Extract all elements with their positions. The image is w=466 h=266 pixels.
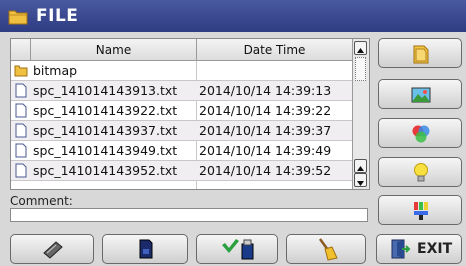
- list-item[interactable]: spc_141014143949.txt 2014/10/14 14:39:49: [11, 141, 353, 161]
- exit-label: EXIT: [417, 241, 453, 257]
- file-date: 2014/10/14 14:39:13: [199, 83, 332, 98]
- memory-chip-icon: [43, 241, 63, 259]
- exit-button[interactable]: EXIT: [376, 234, 462, 264]
- vertical-scrollbar[interactable]: [352, 39, 369, 189]
- file-name: spc_141014143922.txt: [33, 103, 178, 118]
- color-bars-button[interactable]: [378, 195, 462, 225]
- file-date: 2014/10/14 14:39:22: [199, 103, 332, 118]
- column-header-icon: [11, 39, 31, 61]
- file-date: 2014/10/14 14:39:49: [199, 143, 332, 158]
- column-header-date[interactable]: Date Time: [197, 39, 353, 61]
- file-name: spc_141014143913.txt: [33, 83, 178, 98]
- file-name: spc_141014143952.txt: [33, 163, 178, 178]
- file-name: spc_141014143937.txt: [33, 123, 178, 138]
- light-button[interactable]: [378, 157, 462, 187]
- document-icon: [15, 83, 27, 98]
- arrow-down-icon: [357, 181, 364, 186]
- document-icon: [15, 103, 27, 118]
- open-folder-button[interactable]: [378, 38, 462, 68]
- list-item[interactable]: spc_141014143952.txt 2014/10/14 14:39:52: [11, 161, 353, 181]
- file-list[interactable]: Name Date Time bitmap spc_141014143913.t…: [10, 38, 370, 190]
- image-button[interactable]: [378, 79, 462, 109]
- color-button[interactable]: [378, 118, 462, 148]
- sd-card-icon: [139, 239, 153, 259]
- color-bars-icon: [414, 202, 428, 220]
- comment-label: Comment:: [10, 194, 73, 208]
- comment-input[interactable]: [10, 208, 368, 222]
- file-date: 2014/10/14 14:39:52: [199, 163, 332, 178]
- column-header-name[interactable]: Name: [31, 39, 197, 61]
- document-icon: [15, 123, 27, 138]
- lightbulb-icon: [414, 163, 428, 182]
- folder-icon: [14, 65, 28, 77]
- exit-door-icon: [391, 239, 411, 259]
- scroll-thumb[interactable]: [355, 57, 366, 81]
- window-title: FILE: [36, 6, 79, 26]
- file-date: 2014/10/14 14:39:37: [199, 123, 332, 138]
- file-name: bitmap: [33, 63, 78, 78]
- scroll-up-button[interactable]: [354, 41, 367, 55]
- list-item[interactable]: spc_141014143913.txt 2014/10/14 14:39:13: [11, 81, 353, 101]
- folder-icon: [413, 45, 429, 64]
- list-item[interactable]: spc_141014143922.txt 2014/10/14 14:39:22: [11, 101, 353, 121]
- folder-icon: [8, 10, 28, 25]
- list-item[interactable]: bitmap: [11, 61, 353, 81]
- scroll-down-button[interactable]: [354, 173, 367, 187]
- broom-icon: [318, 238, 338, 261]
- image-icon: [411, 87, 431, 103]
- arrow-up-icon: [357, 48, 364, 53]
- scroll-up-button-lower[interactable]: [354, 159, 367, 173]
- clear-button[interactable]: [286, 234, 366, 264]
- list-item[interactable]: spc_141014143937.txt 2014/10/14 14:39:37: [11, 121, 353, 141]
- document-icon: [15, 143, 27, 158]
- usb-save-button[interactable]: [196, 234, 278, 264]
- color-circles-icon: [412, 125, 430, 143]
- usb-check-icon: [222, 239, 254, 260]
- document-icon: [15, 163, 27, 178]
- memory-button[interactable]: [10, 234, 94, 264]
- file-name: spc_141014143949.txt: [33, 143, 178, 158]
- title-bar: FILE: [0, 0, 466, 32]
- sd-card-button[interactable]: [102, 234, 188, 264]
